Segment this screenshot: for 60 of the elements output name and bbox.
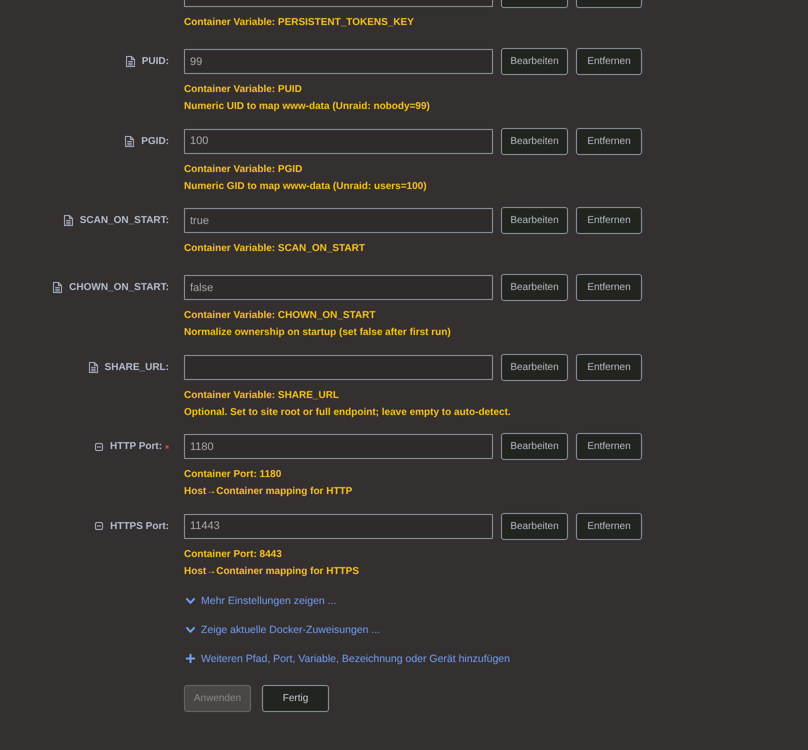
field-label: HTTP Port:	[110, 441, 162, 452]
edit-button[interactable]: Bearbeiten	[501, 48, 568, 75]
add-entry-link[interactable]: Weiteren Pfad, Port, Variable, Bezeichnung oder Gerät hinzufügen	[186, 650, 510, 667]
field-hint: Container Port: 1180	[184, 468, 282, 482]
edit-button[interactable]: Bearbeiten	[501, 354, 568, 380]
field-label: HTTPS Port:	[110, 520, 169, 532]
value-field[interactable]: false	[184, 275, 493, 300]
remove-button[interactable]: Entfernen	[576, 128, 642, 154]
edit-button[interactable]: Bearbeiten	[501, 274, 568, 301]
value-field[interactable]: 100	[184, 128, 493, 154]
field-hint: Container Variable: SHARE_URL	[184, 388, 340, 402]
cut-off-button[interactable]	[501, 0, 568, 8]
remove-button[interactable]: Entfernen	[576, 207, 642, 234]
edit-button[interactable]: Bearbeiten	[501, 128, 568, 154]
document-icon	[64, 215, 73, 226]
value-field[interactable]: 1180	[184, 434, 493, 459]
chevron-down-icon	[186, 598, 195, 604]
edit-button[interactable]: Bearbeiten	[501, 512, 568, 540]
field-hint: Numeric GID to map www-data (Unraid: users=100)	[184, 180, 427, 194]
value-field[interactable]: 11443	[184, 514, 493, 538]
field-label: SHARE_URL:	[104, 362, 169, 372]
chevron-down-icon	[186, 626, 195, 632]
field-hint: Host→Container mapping for HTTP	[184, 485, 352, 499]
field-hint: Optional. Set to site root or full endpoint; leave empty to auto-detect.	[184, 406, 511, 420]
field-hint: Container Variable: PGID	[184, 162, 302, 176]
done-button[interactable]: Fertig	[262, 685, 329, 712]
edit-button[interactable]: Bearbeiten	[501, 433, 568, 460]
field-label: PGID:	[141, 136, 169, 146]
field-hint: Container Variable: PUID	[184, 83, 302, 97]
field-hint: Host→Container mapping for HTTPS	[184, 564, 359, 578]
expand-link[interactable]: Mehr Einstellungen zeigen ...	[186, 592, 336, 609]
field-label: PUID:	[142, 56, 169, 67]
document-icon	[88, 362, 98, 372]
remove-button[interactable]: Entfernen	[576, 48, 642, 75]
document-icon	[126, 56, 135, 67]
required-marker: *	[165, 444, 169, 455]
document-icon	[125, 136, 134, 146]
document-icon	[53, 282, 62, 293]
remove-button[interactable]: Entfernen	[576, 512, 642, 540]
field-hint: Normalize ownership on startup (set false after first run)	[184, 326, 451, 340]
field-label: SCAN_ON_START:	[80, 215, 169, 226]
value-field[interactable]: 99	[184, 49, 493, 74]
cut-off-button[interactable]	[576, 0, 642, 8]
value-field[interactable]	[184, 354, 493, 380]
field-hint: Container Variable: CHOWN_ON_START	[184, 309, 376, 323]
cut-off-input-field[interactable]	[184, 0, 493, 7]
expand-link[interactable]: Zeige aktuelle Docker-Zuweisungen ...	[186, 621, 380, 638]
field-label: CHOWN_ON_START:	[69, 282, 169, 293]
field-hint: Numeric UID to map www-data (Unraid: nobody=99)	[184, 100, 430, 114]
minus-square-icon	[95, 442, 104, 450]
minus-square-icon	[95, 522, 104, 530]
field-hint: Container Variable: SCAN_ON_START	[184, 242, 365, 256]
plus-icon	[186, 654, 195, 663]
remove-button[interactable]: Entfernen	[576, 274, 642, 301]
remove-button[interactable]: Entfernen	[576, 354, 642, 380]
remove-button[interactable]: Entfernen	[576, 433, 642, 460]
edit-button[interactable]: Bearbeiten	[501, 207, 568, 234]
field-hint: Container Variable: PERSISTENT_TOKENS_KEY	[184, 16, 414, 30]
value-field[interactable]: true	[184, 208, 493, 233]
field-hint: Container Port: 8443	[184, 548, 282, 562]
